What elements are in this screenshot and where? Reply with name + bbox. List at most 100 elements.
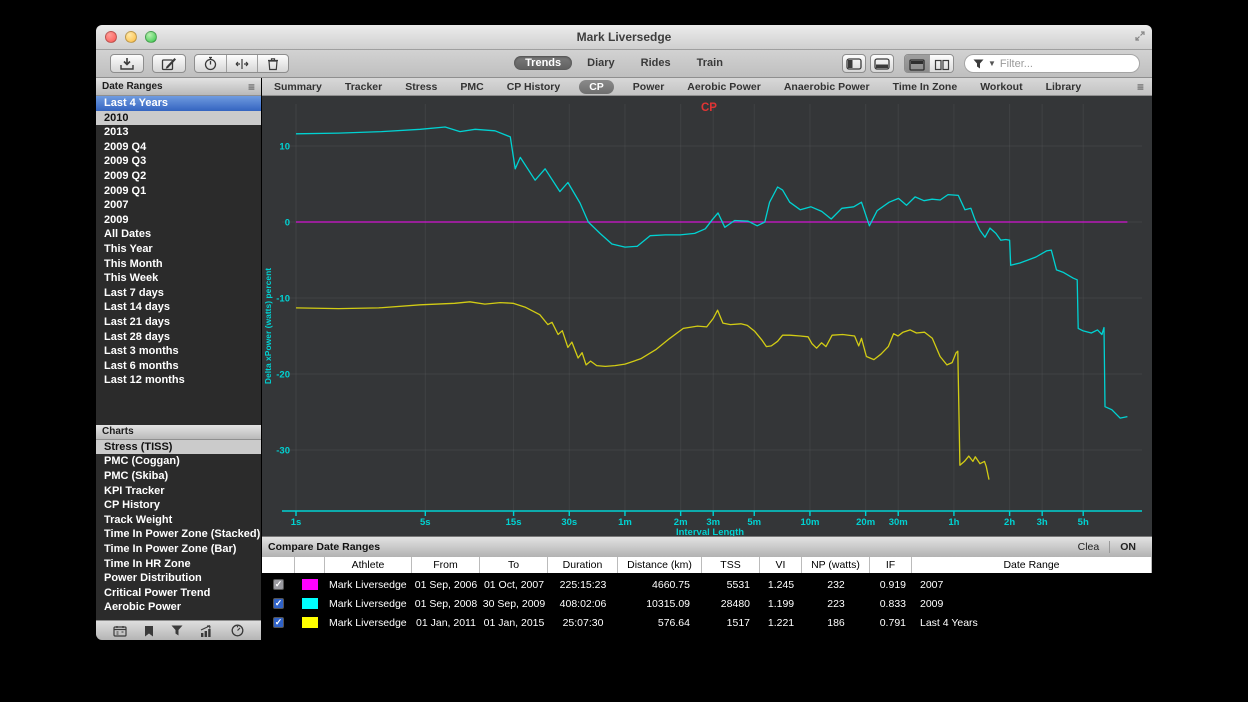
- tab-stress[interactable]: Stress: [401, 81, 441, 93]
- tab-summary[interactable]: Summary: [270, 81, 326, 93]
- x-tick-label: 20m: [856, 517, 875, 528]
- column-header-if: IF: [870, 557, 912, 573]
- tab-aerobic-power[interactable]: Aerobic Power: [683, 81, 765, 93]
- column-header-tss: TSS: [702, 557, 760, 573]
- date-range-2009[interactable]: 2009: [96, 213, 261, 228]
- x-tick-label: 5h: [1078, 517, 1089, 528]
- resize-icon[interactable]: [1134, 30, 1146, 42]
- cp-chart: 1s5s15s30s1m2m3m5m10m20m30m1h2h3h5hInter…: [262, 96, 1152, 536]
- date-range-2013[interactable]: 2013: [96, 125, 261, 140]
- chart-item-time-in-power-zone-stacked[interactable]: Time In Power Zone (Stacked): [96, 527, 261, 542]
- tab-workout[interactable]: Workout: [976, 81, 1026, 93]
- date-range-last-14-days[interactable]: Last 14 days: [96, 300, 261, 315]
- chart-item-track-weight[interactable]: Track Weight: [96, 513, 261, 528]
- date-ranges-menu-icon[interactable]: ≡: [248, 81, 255, 93]
- date-range-last-21-days[interactable]: Last 21 days: [96, 315, 261, 330]
- view-button-trends[interactable]: Trends: [514, 56, 572, 70]
- date-range-this-year[interactable]: This Year: [96, 242, 261, 257]
- sidebar-spacer: [96, 388, 261, 425]
- chart-item-kpi-tracker[interactable]: KPI Tracker: [96, 484, 261, 499]
- column-header-duration: Duration: [548, 557, 618, 573]
- series-color-swatch: [302, 598, 318, 609]
- tab-pmc[interactable]: PMC: [456, 81, 487, 93]
- column-header-1: [295, 557, 325, 573]
- cell-np: 223: [802, 594, 870, 613]
- view-button-train[interactable]: Train: [686, 56, 734, 70]
- cell-to: 30 Sep, 2009: [480, 594, 548, 613]
- tabbed-view-button[interactable]: [905, 55, 929, 73]
- chart-item-pmc-skiba[interactable]: PMC (Skiba): [96, 469, 261, 484]
- chart-item-time-in-power-zone-bar[interactable]: Time In Power Zone (Bar): [96, 542, 261, 557]
- y-tick-label: 10: [279, 142, 290, 153]
- compare-bar: Compare Date Ranges Clea ON: [262, 536, 1152, 557]
- main-view: Summary Tracker Stress PMC CP History CP Power…: [262, 78, 1152, 640]
- tiled-view-button[interactable]: [929, 55, 953, 73]
- tabbar-menu-icon[interactable]: ≡: [1137, 80, 1144, 94]
- column-header-from: From: [412, 557, 480, 573]
- date-ranges-title: Date Ranges: [102, 81, 163, 92]
- date-range-2010[interactable]: 2010: [96, 111, 261, 126]
- tab-anaerobic-power[interactable]: Anaerobic Power: [780, 81, 874, 93]
- tab-tracker[interactable]: Tracker: [341, 81, 386, 93]
- compare-clear-button[interactable]: Clea: [1068, 541, 1110, 553]
- filter-input[interactable]: [1000, 58, 1120, 70]
- filter-dropdown-icon[interactable]: ▼: [988, 59, 996, 68]
- date-range-2009-q4[interactable]: 2009 Q4: [96, 140, 261, 155]
- chart-tabs: Summary Tracker Stress PMC CP History CP Power…: [270, 80, 1085, 94]
- color-cell: [295, 575, 325, 594]
- y-tick-label: -30: [276, 446, 290, 457]
- date-range-2009-q1[interactable]: 2009 Q1: [96, 184, 261, 199]
- chart-item-stress-tiss[interactable]: Stress (TISS): [96, 440, 261, 455]
- funnel-icon[interactable]: [171, 625, 183, 636]
- chart-item-pmc-coggan[interactable]: PMC (Coggan): [96, 454, 261, 469]
- chart-item-critical-power-trend[interactable]: Critical Power Trend: [96, 586, 261, 601]
- date-ranges-header: Date Ranges ≡: [96, 78, 261, 96]
- x-axis-title: Interval Length: [676, 527, 744, 536]
- tab-time-in-zone[interactable]: Time In Zone: [889, 81, 962, 93]
- cell-tss: 28480: [702, 594, 760, 613]
- tab-cp-history[interactable]: CP History: [503, 81, 565, 93]
- bookmark-icon[interactable]: [144, 625, 154, 637]
- toggle-sidebar-button[interactable]: [842, 54, 866, 73]
- window-title: Mark Liversedge: [96, 30, 1152, 44]
- tab-cp[interactable]: CP: [579, 80, 614, 94]
- chart-item-time-in-hr-zone[interactable]: Time In HR Zone: [96, 557, 261, 572]
- cell-tss: 1517: [702, 613, 760, 632]
- date-range-last-6-months[interactable]: Last 6 months: [96, 359, 261, 374]
- y-axis-title: Delta xPower (watts) percent: [263, 268, 273, 384]
- tabbed-view-icon: [909, 59, 925, 71]
- date-range-last-12-months[interactable]: Last 12 months: [96, 373, 261, 388]
- date-range-this-month[interactable]: This Month: [96, 257, 261, 272]
- date-range-2009-q2[interactable]: 2009 Q2: [96, 169, 261, 184]
- chart-item-power-distribution[interactable]: Power Distribution: [96, 571, 261, 586]
- x-tick-label: 2h: [1004, 517, 1015, 528]
- row-checkbox[interactable]: ✓: [273, 617, 284, 628]
- date-range-last-28-days[interactable]: Last 28 days: [96, 330, 261, 345]
- date-range-2009-q3[interactable]: 2009 Q3: [96, 154, 261, 169]
- y-tick-label: 0: [285, 218, 290, 229]
- x-tick-label: 30m: [889, 517, 908, 528]
- calendar-icon[interactable]: [113, 625, 127, 637]
- column-header-athlete: Athlete: [325, 557, 412, 573]
- chart-item-cp-history[interactable]: CP History: [96, 498, 261, 513]
- tab-library[interactable]: Library: [1042, 81, 1086, 93]
- chart-trend-icon[interactable]: [200, 625, 214, 637]
- view-button-diary[interactable]: Diary: [576, 56, 626, 70]
- date-range-last-4-years[interactable]: Last 4 Years: [96, 96, 261, 111]
- checkbox-cell: ✓: [262, 575, 295, 594]
- compare-on-button[interactable]: ON: [1109, 541, 1146, 553]
- date-range-this-week[interactable]: This Week: [96, 271, 261, 286]
- row-checkbox[interactable]: ✓: [273, 598, 284, 609]
- chart-item-aerobic-power[interactable]: Aerobic Power: [96, 600, 261, 615]
- tab-power[interactable]: Power: [629, 81, 669, 93]
- view-button-rides[interactable]: Rides: [630, 56, 682, 70]
- toggle-bottombar-button[interactable]: [870, 54, 894, 73]
- date-range-last-3-months[interactable]: Last 3 months: [96, 344, 261, 359]
- date-range-last-7-days[interactable]: Last 7 days: [96, 286, 261, 301]
- filter-field[interactable]: ▼: [964, 54, 1140, 73]
- gauge-icon[interactable]: [231, 624, 244, 637]
- cell-np: 232: [802, 575, 870, 594]
- date-range-2007[interactable]: 2007: [96, 198, 261, 213]
- date-range-all-dates[interactable]: All Dates: [96, 227, 261, 242]
- row-checkbox[interactable]: ✓: [273, 579, 284, 590]
